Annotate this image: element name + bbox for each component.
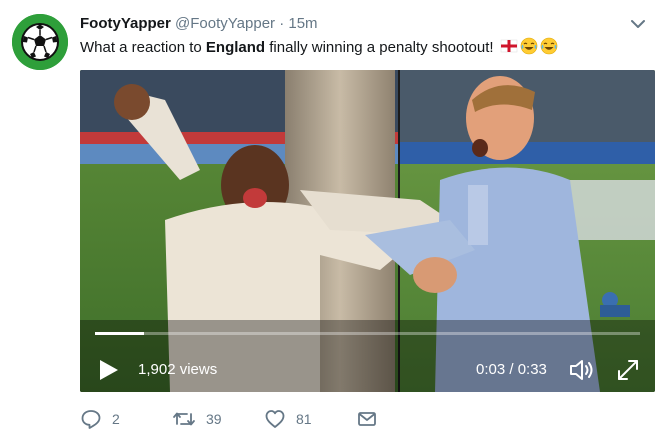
- chevron-down-icon[interactable]: [628, 14, 648, 34]
- retweet-count: 39: [206, 411, 222, 427]
- like-count: 81: [296, 411, 312, 427]
- retweet-button[interactable]: 39: [172, 406, 222, 432]
- view-count: 1,902 views: [138, 361, 218, 378]
- tweet-card: FootyYapper @FootyYapper · 15m What a re…: [0, 0, 660, 440]
- author-name[interactable]: FootyYapper: [80, 15, 171, 32]
- tears-of-joy-icon: [520, 37, 538, 61]
- envelope-icon: [358, 412, 376, 426]
- heart-icon: [265, 410, 285, 428]
- reply-count: 2: [112, 411, 120, 427]
- direct-message-button[interactable]: [356, 406, 378, 432]
- video-progress-track[interactable]: [95, 332, 640, 335]
- tears-of-joy-icon: [540, 37, 558, 61]
- soccer-ball-icon: [12, 14, 68, 70]
- avatar[interactable]: [12, 14, 68, 70]
- tweet-text: What a reaction to England finally winni…: [80, 37, 558, 61]
- tweet-text-bold: England: [205, 39, 266, 56]
- like-button[interactable]: 81: [264, 406, 312, 432]
- volume-icon[interactable]: [568, 357, 598, 383]
- tweet-text-before: What a reaction to: [80, 39, 206, 56]
- tweet-timestamp[interactable]: 15m: [288, 15, 317, 32]
- reply-icon: [81, 410, 101, 429]
- tweet-header: FootyYapper @FootyYapper · 15m: [80, 14, 318, 34]
- play-icon[interactable]: [96, 358, 120, 382]
- video-time: 0:03 / 0:33: [476, 361, 547, 378]
- reply-button[interactable]: 2: [80, 406, 120, 432]
- tweet-text-after: finally winning a penalty shootout!: [265, 39, 498, 56]
- fullscreen-icon[interactable]: [614, 356, 642, 384]
- retweet-icon: [173, 412, 195, 426]
- video-frame: [80, 70, 655, 392]
- england-flag-icon: [500, 37, 518, 61]
- video-player[interactable]: 1,902 views 0:03 / 0:33: [80, 70, 655, 392]
- video-progress-fill: [95, 332, 145, 335]
- author-handle[interactable]: @FootyYapper: [175, 15, 275, 32]
- separator-dot: ·: [279, 15, 285, 32]
